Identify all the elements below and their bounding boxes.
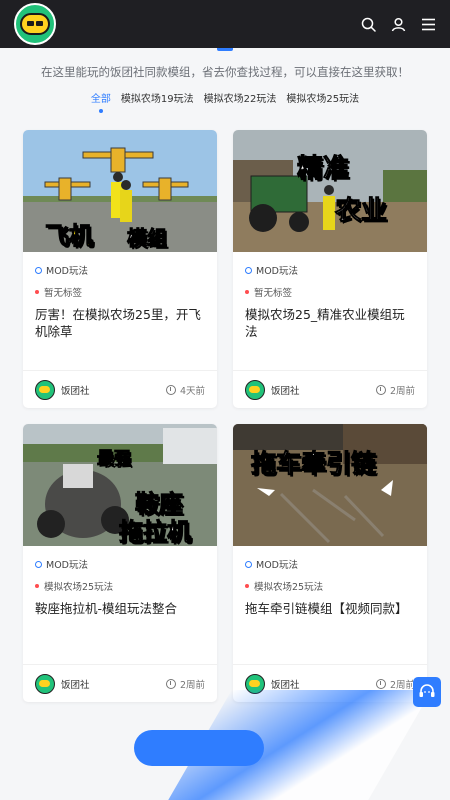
category-dot-icon: [35, 560, 42, 568]
category-label[interactable]: MOD玩法: [35, 262, 205, 278]
category-dot-icon: [35, 266, 42, 274]
category-dot-icon: [245, 560, 252, 568]
card-footer: 饭团社 4天前: [23, 370, 217, 408]
clock-icon: [165, 384, 176, 395]
scroll-indicator: [217, 48, 233, 51]
post-card[interactable]: 飞机 模组 MOD玩法 暂无标签 厉害！在模拟农场25里，开飞机除草 饭团社 4…: [23, 130, 217, 408]
post-time: 2周前: [375, 383, 415, 397]
post-time: 2周前: [165, 677, 205, 691]
tag-label[interactable]: 暂无标签: [245, 282, 415, 302]
thumb-text: 拖拉机: [119, 518, 192, 547]
decorative-swoosh: [168, 690, 432, 800]
thumb-text: 精准: [296, 154, 350, 185]
author-name[interactable]: 饭团社: [61, 383, 90, 397]
tag-dot-icon: [35, 290, 39, 294]
post-card[interactable]: 精准 农业 MOD玩法 暂无标签 模拟农场25_精准农业模组玩法 饭团社 2周前: [233, 130, 427, 408]
post-thumbnail[interactable]: 拖车牵引链: [233, 424, 427, 546]
site-logo[interactable]: [14, 3, 56, 45]
search-icon[interactable]: [360, 16, 376, 32]
card-footer: 饭团社 2周前: [23, 664, 217, 702]
clock-icon: [375, 678, 386, 689]
post-title[interactable]: 模拟农场25_精准农业模组玩法: [245, 306, 415, 352]
post-time: 2周前: [375, 677, 415, 691]
category-label[interactable]: MOD玩法: [245, 262, 415, 278]
post-title[interactable]: 拖车牵引链模组【视频同款】: [245, 600, 415, 646]
tab-fs22[interactable]: 模拟农场22玩法: [204, 90, 277, 113]
menu-icon[interactable]: [420, 16, 436, 32]
author-avatar[interactable]: [245, 379, 265, 400]
card-footer: 饭团社 2周前: [233, 370, 427, 408]
post-card[interactable]: 拖车牵引链 MOD玩法 模拟农场25玩法 拖车牵引链模组【视频同款】 饭团社 2…: [233, 424, 427, 702]
top-bar: [0, 0, 450, 48]
clock-icon: [375, 384, 386, 395]
category-tabs: 全部 模拟农场19玩法 模拟农场22玩法 模拟农场25玩法: [0, 90, 450, 113]
post-card[interactable]: 最强 鞍座 拖拉机 MOD玩法 模拟农场25玩法 鞍座拖拉机-模组玩法整合 饭团…: [23, 424, 217, 702]
tab-fs25[interactable]: 模拟农场25玩法: [286, 90, 359, 113]
headset-icon: [419, 684, 435, 697]
tag-dot-icon: [35, 584, 39, 588]
tag-dot-icon: [245, 584, 249, 588]
author-name[interactable]: 饭团社: [271, 383, 300, 397]
tag-label[interactable]: 模拟农场25玩法: [35, 576, 205, 596]
category-label[interactable]: MOD玩法: [35, 556, 205, 572]
author-avatar[interactable]: [35, 379, 55, 400]
tag-label[interactable]: 模拟农场25玩法: [245, 576, 415, 596]
tab-all[interactable]: 全部: [91, 90, 111, 113]
post-thumbnail[interactable]: 精准 农业: [233, 130, 427, 252]
intro-text: 在这里能玩的饭团社同款模组，省去你查找过程，可以直接在这里获取！: [41, 65, 409, 79]
thumb-text: 农业: [334, 196, 388, 227]
header-actions: [360, 16, 436, 32]
thumb-text: 模组: [127, 226, 168, 251]
post-title[interactable]: 鞍座拖拉机-模组玩法整合: [35, 600, 205, 646]
author-name[interactable]: 饭团社: [271, 677, 300, 691]
tag-label[interactable]: 暂无标签: [35, 282, 205, 302]
category-dot-icon: [245, 266, 252, 274]
thumb-text: 最强: [97, 449, 132, 470]
customer-service-button[interactable]: [413, 677, 441, 707]
clock-icon: [165, 678, 176, 689]
author-name[interactable]: 饭团社: [61, 677, 90, 691]
author-avatar[interactable]: [35, 673, 55, 694]
tag-dot-icon: [245, 290, 249, 294]
post-thumbnail[interactable]: 飞机 模组: [23, 130, 217, 252]
tab-fs19[interactable]: 模拟农场19玩法: [121, 90, 194, 113]
category-label[interactable]: MOD玩法: [245, 556, 415, 572]
post-thumbnail[interactable]: 最强 鞍座 拖拉机: [23, 424, 217, 546]
post-time: 4天前: [165, 383, 205, 397]
logo-gamepad-icon: [20, 13, 50, 35]
thumb-text: 飞机: [45, 222, 94, 251]
user-icon[interactable]: [390, 16, 406, 32]
thumb-text: 拖车牵引链: [250, 449, 377, 479]
post-title[interactable]: 厉害！在模拟农场25里，开飞机除草: [35, 306, 205, 352]
